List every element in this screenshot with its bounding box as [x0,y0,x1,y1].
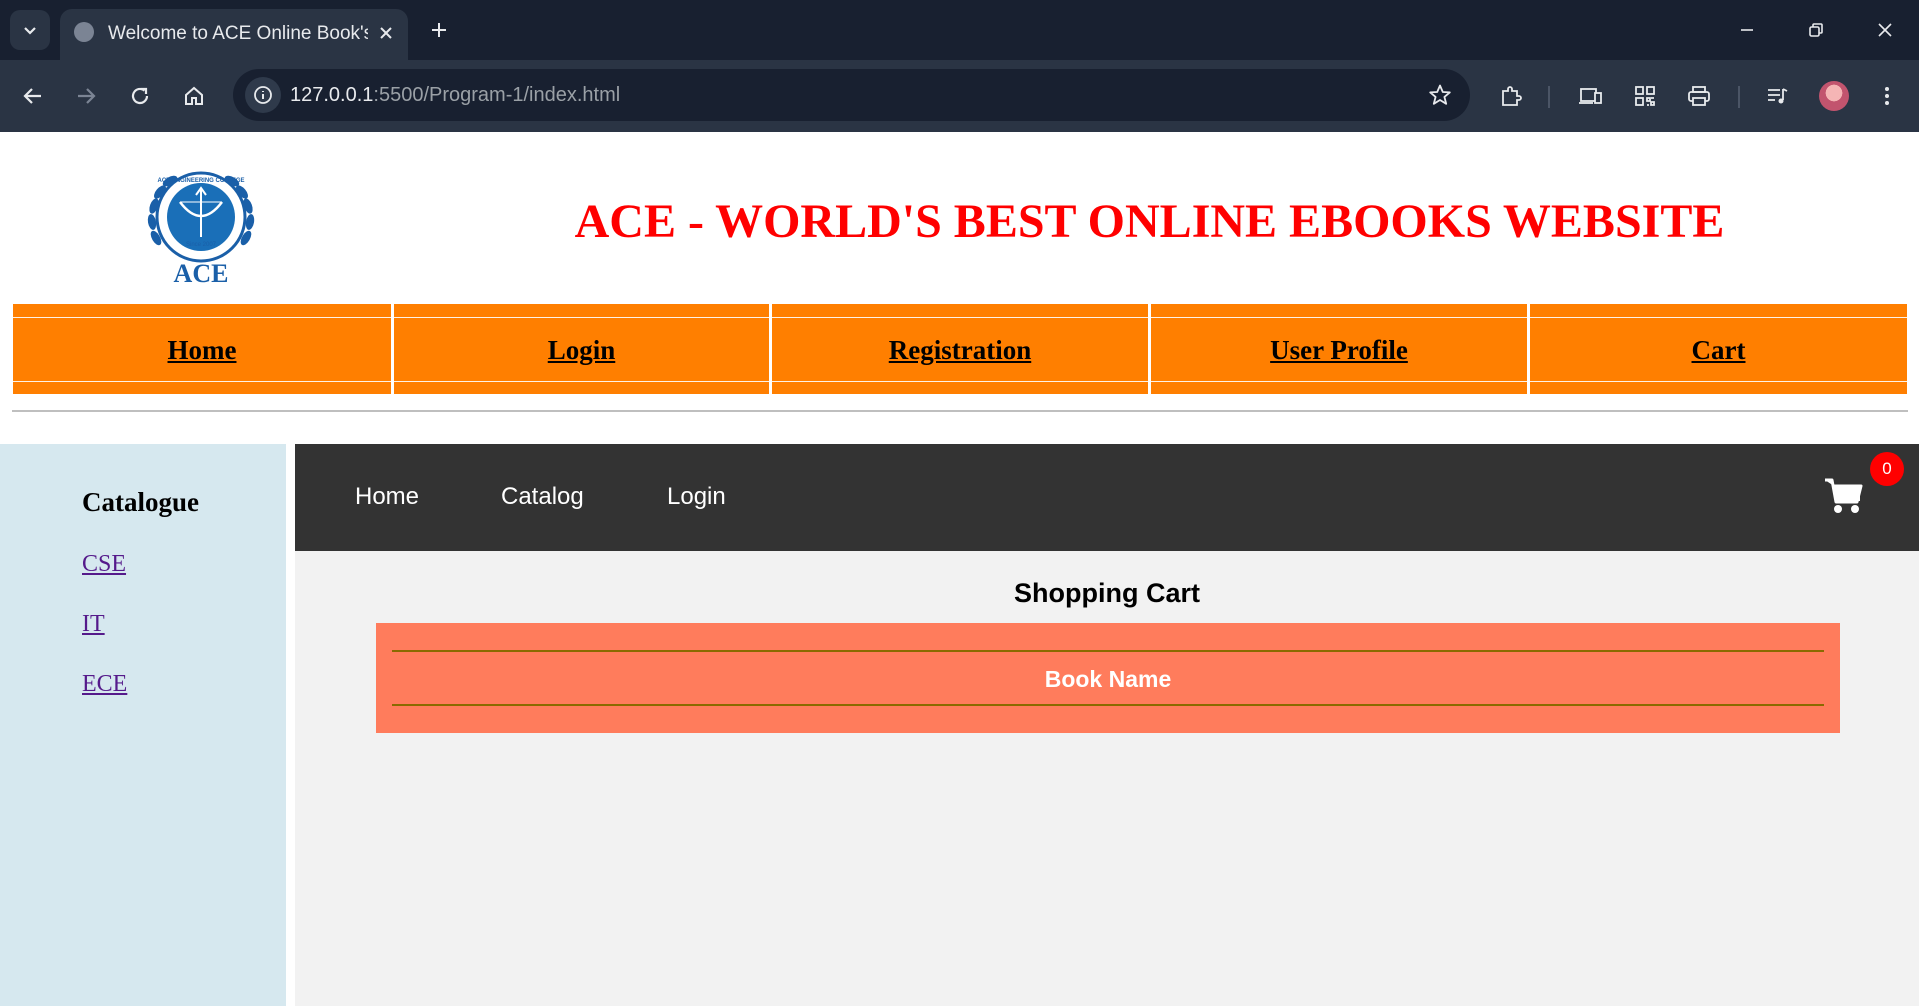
forward-button[interactable] [68,78,104,114]
toolbar-separator [1548,86,1550,108]
minimize-button[interactable] [1725,10,1769,50]
top-nav-home-link[interactable]: Home [13,334,391,366]
minimize-icon [1741,29,1753,31]
star-icon [1429,84,1451,105]
top-nav-cell-cart: Cart [1530,304,1907,394]
address-bar[interactable]: 127.0.0.1:5500/Program-1/index.html [233,69,1470,121]
svg-text:ACE: ACE [174,259,229,286]
site-title: ACE - WORLD'S BEST ONLINE EBOOKS WEBSITE [574,195,1725,248]
svg-text:Since 2007: Since 2007 [186,242,217,248]
print-button[interactable] [1681,78,1717,114]
table-border-top [392,650,1824,652]
qr-code-button[interactable] [1627,78,1663,114]
browser-menu-button[interactable] [1869,78,1905,114]
dark-navbar: Home Catalog Login 0 [295,444,1919,551]
url-host: 127.0.0.1 [290,84,374,106]
url-path: :5500/Program-1/index.html [373,84,621,106]
top-nav: Home Login Registration User Profile Car… [13,304,1907,394]
profile-avatar[interactable] [1819,81,1849,111]
navbar-home-link[interactable]: Home [355,482,419,512]
shopping-cart-icon[interactable] [1823,476,1865,516]
printer-icon [1688,86,1710,106]
top-nav-login-link[interactable]: Login [394,334,769,366]
top-nav-user-profile-link[interactable]: User Profile [1151,334,1527,366]
home-icon [185,86,203,105]
top-nav-cell-login: Login [394,304,769,394]
svg-text:ACE ENGINEERING COLLEGE: ACE ENGINEERING COLLEGE [157,178,244,184]
devices-icon [1579,88,1602,104]
cast-button[interactable] [1573,78,1609,114]
sidebar-heading: Catalogue [82,487,199,517]
browser-toolbar: 127.0.0.1:5500/Program-1/index.html [0,60,1919,132]
puzzle-icon [1502,86,1522,106]
tab-close-button[interactable] [373,20,399,46]
table-border-bottom [392,704,1824,706]
top-nav-cell-user-profile: User Profile [1151,304,1527,394]
arrow-left-icon [23,88,41,104]
extensions-button[interactable] [1493,78,1529,114]
top-nav-cell-home: Home [13,304,391,394]
navbar-catalog-link[interactable]: Catalog [501,482,584,512]
site-info-button[interactable] [245,77,281,113]
restore-button[interactable] [1794,10,1838,50]
chevron-down-icon [24,27,36,35]
reload-icon [131,87,149,105]
url-text[interactable]: 127.0.0.1:5500/Program-1/index.html [290,82,620,108]
media-controls-button[interactable] [1760,78,1796,114]
content-frame: Home Catalog Login 0 Shopping Cart Book … [295,444,1919,1006]
sidebar-link-cse[interactable]: CSE [82,550,126,578]
toolbar-separator [1738,86,1740,108]
bookmark-button[interactable] [1426,81,1454,109]
sidebar-link-it[interactable]: IT [82,610,105,638]
close-window-button[interactable] [1863,10,1907,50]
more-vertical-icon [1885,87,1889,105]
browser-tab-strip: Welcome to ACE Online Book's [0,0,1919,60]
frame-gutter [286,444,295,1006]
web-page: ACE ENGINEERING COLLEGE Since 2007 ACE A… [0,132,1919,1006]
arrow-right-icon [78,88,96,104]
info-icon [254,86,272,104]
tab-search-button[interactable] [10,10,50,50]
home-button[interactable] [176,78,212,114]
playlist-icon [1768,88,1788,104]
top-nav-cart-link[interactable]: Cart [1530,334,1907,366]
sidebar-link-ece[interactable]: ECE [82,670,127,698]
cart-table: Book Name [376,623,1840,733]
ace-logo: ACE ENGINEERING COLLEGE Since 2007 ACE [140,162,262,288]
horizontal-rule [12,410,1908,412]
close-icon [380,27,392,39]
shopping-cart-title: Shopping Cart [1014,578,1200,608]
restore-icon [1809,23,1823,37]
browser-tab[interactable]: Welcome to ACE Online Book's [60,9,408,60]
reload-button[interactable] [122,78,158,114]
top-nav-registration-link[interactable]: Registration [772,334,1148,366]
back-button[interactable] [15,78,51,114]
cart-count-badge: 0 [1870,452,1904,486]
top-nav-cell-registration: Registration [772,304,1148,394]
qr-code-icon [1635,86,1655,106]
globe-icon [74,22,94,42]
new-tab-button[interactable] [423,14,455,46]
catalogue-sidebar: Catalogue CSE IT ECE [0,444,286,1006]
close-icon [1878,23,1892,37]
column-header-book-name: Book Name [1044,666,1172,692]
tab-title: Welcome to ACE Online Book's [108,23,368,44]
navbar-login-link[interactable]: Login [667,482,726,512]
plus-icon [432,23,446,37]
